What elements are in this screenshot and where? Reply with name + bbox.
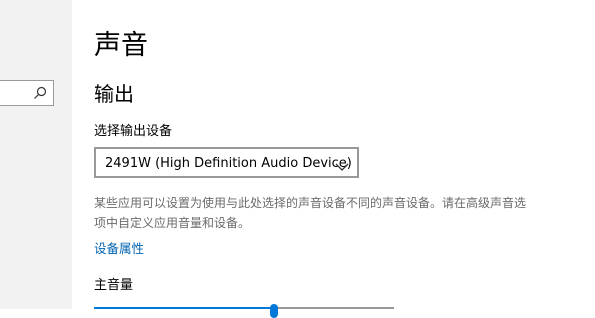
search-input[interactable] [0, 80, 54, 106]
section-title-output: 输出 [94, 82, 134, 106]
search-icon[interactable] [32, 85, 48, 101]
sidebar [0, 0, 72, 309]
main-content: 声音 输出 选择输出设备 2491W (High Definition Audi… [72, 0, 595, 318]
chevron-down-icon [335, 157, 349, 171]
device-properties-link[interactable]: 设备属性 [94, 240, 144, 258]
master-volume-slider[interactable] [94, 304, 394, 318]
output-device-select[interactable]: 2491W (High Definition Audio Device) [94, 147, 359, 178]
output-device-label: 选择输出设备 [94, 124, 173, 139]
master-volume-label: 主音量 [94, 278, 134, 293]
volume-slider-thumb[interactable] [270, 304, 278, 318]
output-device-value: 2491W (High Definition Audio Device) [105, 156, 352, 171]
page-title: 声音 [94, 30, 148, 61]
output-help-text: 某些应用可以设置为使用与此处选择的声音设备不同的声音设备。请在高级声音选项中自定… [94, 196, 527, 230]
